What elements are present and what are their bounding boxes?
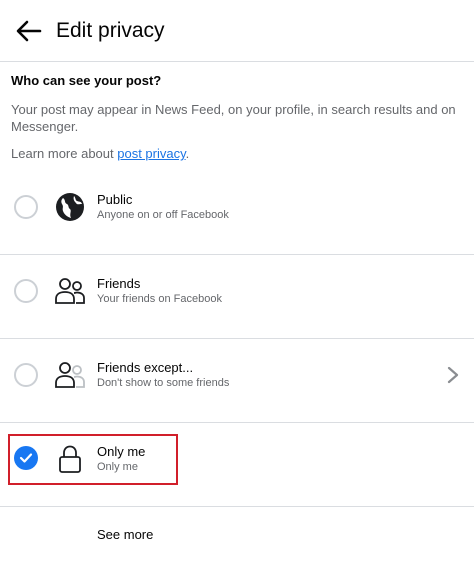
option-sublabel: Anyone on or off Facebook [97,209,229,221]
post-privacy-link[interactable]: post privacy [117,146,185,161]
divider [0,506,474,507]
option-label: Friends [97,276,141,291]
privacy-description: Your post may appear in News Feed, on yo… [11,102,456,134]
option-sublabel: Don't show to some friends [97,377,230,389]
learn-more-suffix: . [185,146,190,161]
public-radio[interactable] [14,195,38,219]
selection-highlight [8,434,178,485]
friends-radio[interactable] [14,279,38,303]
back-button[interactable] [14,17,44,45]
learn-more-line: Learn more about post privacy. [11,146,189,161]
friends-except-radio[interactable] [14,363,38,387]
option-label: Public [97,192,133,207]
header-bar: Edit privacy [0,0,474,62]
page-title: Edit privacy [56,19,165,42]
chevron-right-icon [447,366,459,384]
option-public[interactable]: Public Anyone on or off Facebook [0,170,474,254]
see-more-button[interactable]: See more [97,527,153,542]
friends-icon [54,275,86,307]
option-friends[interactable]: Friends Your friends on Facebook [0,254,474,338]
option-friends-except[interactable]: Friends except... Don't show to some fri… [0,338,474,422]
option-label: Friends except... [97,360,194,375]
friends-except-icon [54,359,86,391]
globe-icon [54,191,86,223]
arrow-left-icon [16,20,42,42]
option-sublabel: Your friends on Facebook [97,293,222,305]
section-heading: Who can see your post? [11,73,162,88]
learn-more-prefix: Learn more about [11,146,118,161]
